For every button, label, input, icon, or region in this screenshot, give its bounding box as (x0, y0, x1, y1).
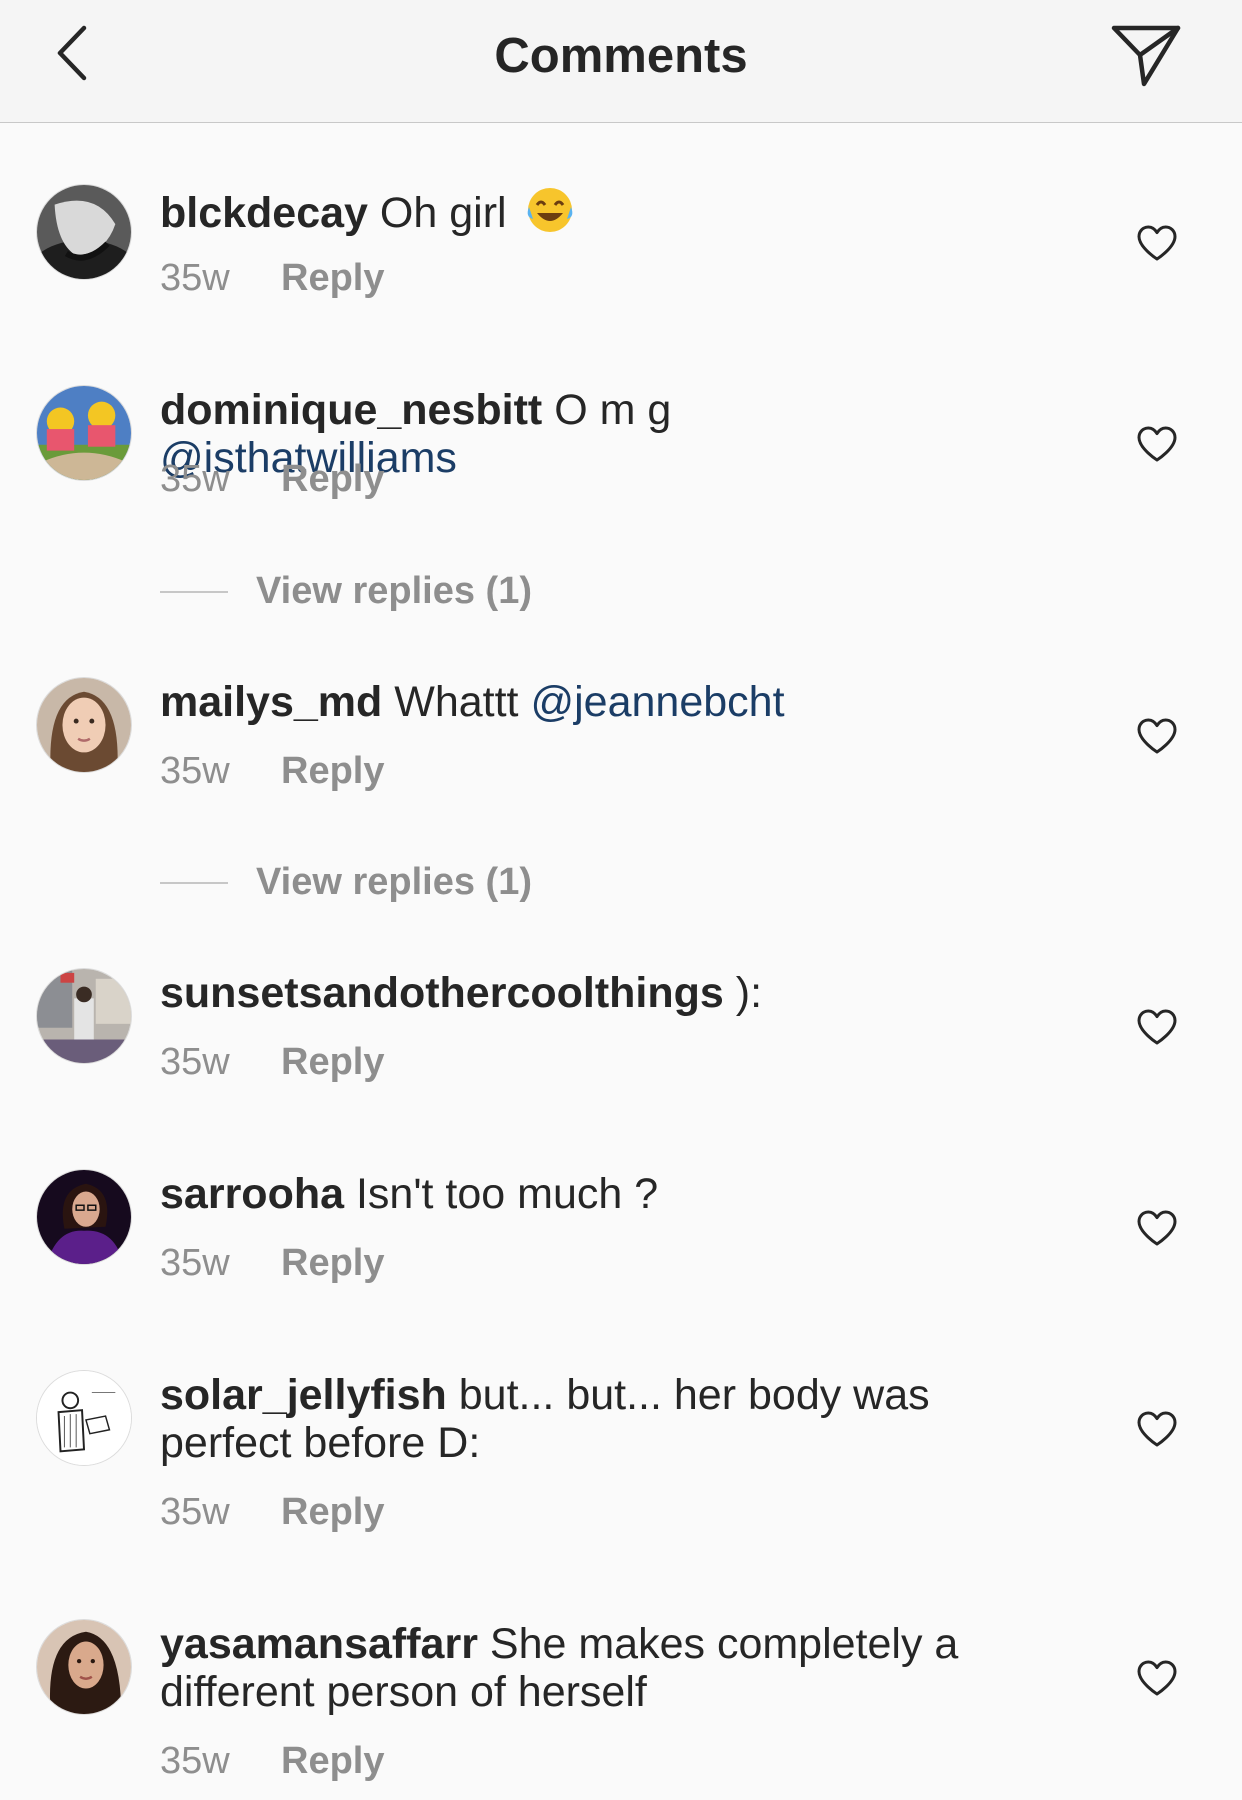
avatar[interactable] (36, 1370, 132, 1466)
comment-username[interactable]: solar_jellyfish (160, 1371, 447, 1419)
heart-outline-icon[interactable] (1136, 1659, 1178, 1697)
reply-button[interactable]: Reply (281, 1490, 384, 1534)
reply-button[interactable]: Reply (281, 256, 384, 300)
comment-body: blckdecay Oh girl (160, 185, 980, 237)
comment-username[interactable]: mailys_md (160, 678, 382, 726)
comment-username[interactable]: sunsetsandothercoolthings (160, 969, 724, 1017)
comment-body: sunsetsandothercoolthings ): (160, 969, 980, 1017)
heart-outline-icon[interactable] (1136, 1008, 1178, 1046)
comment-text: Isn't too much ? (355, 1170, 659, 1218)
comment-time: 35w (160, 458, 230, 500)
view-replies-row[interactable]: View replies (1) (160, 858, 660, 906)
divider-line (160, 591, 228, 593)
comment-body: solar_jellyfish but... but... her body w… (160, 1371, 980, 1467)
avatar[interactable] (36, 184, 132, 280)
reply-button[interactable]: Reply (281, 1241, 384, 1285)
reply-button[interactable]: Reply (281, 1739, 384, 1783)
page-title: Comments (494, 29, 748, 83)
comment-text: O m g (554, 386, 672, 434)
reply-button[interactable]: Reply (281, 749, 384, 793)
comment-time: 35w (160, 1740, 230, 1782)
view-replies-row[interactable]: View replies (1) (160, 567, 660, 615)
comment-time: 35w (160, 750, 230, 792)
comment-text: Whattt (394, 678, 519, 726)
avatar[interactable] (36, 385, 132, 481)
view-replies-button[interactable]: View replies (1) (256, 567, 532, 615)
comment-text: Oh girl (379, 189, 507, 237)
comment-username[interactable]: blckdecay (160, 189, 368, 237)
comment-username[interactable]: dominique_nesbitt (160, 386, 542, 434)
comment-body: sarrooha Isn't too much ? (160, 1170, 980, 1218)
reply-button[interactable]: Reply (281, 457, 384, 501)
comment-time: 35w (160, 1041, 230, 1083)
heart-outline-icon[interactable] (1136, 1209, 1178, 1247)
comment-time: 35w (160, 1491, 230, 1533)
header-bar: Comments (0, 0, 1242, 123)
heart-outline-icon[interactable] (1136, 1410, 1178, 1448)
avatar[interactable] (36, 1169, 132, 1265)
comment-body: yasamansaffarr She makes completely a di… (160, 1620, 980, 1716)
reply-button[interactable]: Reply (281, 1040, 384, 1084)
view-replies-button[interactable]: View replies (1) (256, 858, 532, 906)
comment-time: 35w (160, 1242, 230, 1284)
comment-username[interactable]: yasamansaffarr (160, 1620, 478, 1668)
avatar[interactable] (36, 968, 132, 1064)
heart-outline-icon[interactable] (1136, 224, 1178, 262)
avatar[interactable] (36, 1619, 132, 1715)
comment-text: ): (735, 969, 763, 1017)
comment-body: mailys_md Whattt @jeannebcht (160, 678, 980, 726)
divider-line (160, 882, 228, 884)
avatar[interactable] (36, 677, 132, 773)
heart-outline-icon[interactable] (1136, 717, 1178, 755)
paper-plane-icon[interactable] (1108, 22, 1184, 90)
comment-mention[interactable]: @jeannebcht (530, 678, 784, 726)
face-with-tears-of-joy-emoji (527, 188, 572, 232)
heart-outline-icon[interactable] (1136, 425, 1178, 463)
comment-time: 35w (160, 257, 230, 299)
comment-username[interactable]: sarrooha (160, 1170, 344, 1218)
